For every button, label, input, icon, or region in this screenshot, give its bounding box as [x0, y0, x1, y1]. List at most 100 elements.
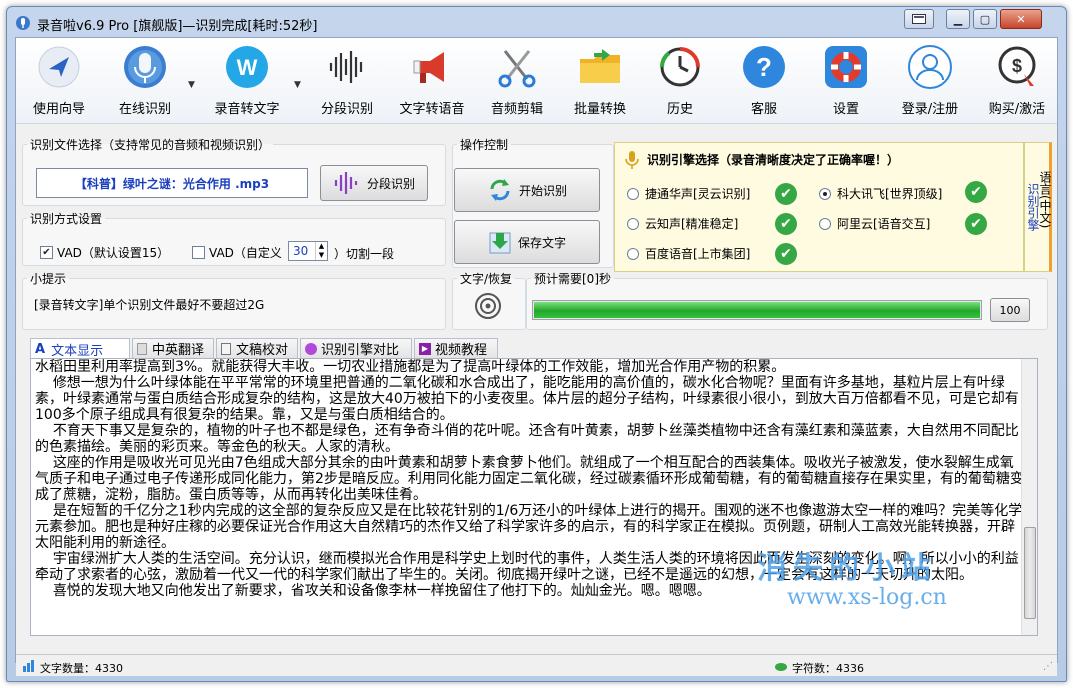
tab-translation[interactable]: 中英翻译 [132, 338, 214, 358]
toolbar-batch-convert[interactable]: 批量转换 [562, 42, 638, 122]
vad-custom-stepper[interactable]: 30 ▲ ▼ [288, 241, 328, 261]
engine-option-jietong[interactable]: 捷通华声[灵云识别] [627, 185, 750, 202]
help-icon: ? [740, 42, 788, 92]
toolbar-history-label: 历史 [666, 102, 693, 117]
engine-option-baidu-label: 百度语音[上市集团] [645, 247, 751, 261]
toolbar-login-register[interactable]: 登录/注册 [888, 42, 972, 122]
tab-video-tutorial[interactable]: ▶ 视频教程 [414, 338, 498, 358]
engine-compare-icon [305, 342, 317, 355]
radio-iflytek [819, 187, 831, 200]
toolbar-segment-recognition-label: 分段识别 [320, 102, 373, 117]
operation-control-legend: 操作控制 [460, 138, 509, 152]
toolbar-text-to-speech[interactable]: 文字转语音 [392, 42, 472, 122]
engine-option-yunzhisheng[interactable]: 云知声[精准稳定] [627, 215, 738, 232]
stepper-down-icon[interactable]: ▼ [315, 251, 327, 260]
tab-engine-compare-label: 识别引擎对比 [321, 343, 400, 358]
segment-recognition-button[interactable]: 分段识别 [320, 165, 428, 201]
engine-option-iflytek-label: 科大讯飞[世界顶级] [837, 187, 943, 201]
engine-option-iflytek[interactable]: 科大讯飞[世界顶级] [819, 185, 942, 202]
close-button[interactable]: ✕ [1000, 9, 1042, 29]
translation-icon [137, 342, 147, 355]
history-clock-icon [656, 42, 704, 92]
svg-text:?: ? [756, 52, 772, 82]
toolbar-segment-recognition[interactable]: 分段识别 [312, 42, 382, 122]
tab-engine-compare[interactable]: 识别引擎对比 [300, 338, 412, 358]
text-scrollbar[interactable] [1021, 359, 1037, 635]
audio-to-text-dropdown-icon[interactable]: ▼ [294, 80, 301, 90]
toolbar-audio-to-text[interactable]: W 录音转文字 [202, 42, 292, 122]
toolbar-history[interactable]: 历史 [648, 42, 712, 122]
engine-option-yunzhisheng-label: 云知声[精准稳定] [645, 217, 739, 231]
byte-count: 字符数：4336 [792, 662, 864, 675]
theme-button[interactable] [904, 9, 934, 29]
tab-translation-label: 中英翻译 [152, 343, 205, 358]
start-recognition-button[interactable]: 开始识别 [454, 168, 600, 212]
radio-baidu [627, 247, 639, 260]
engine-option-baidu[interactable]: 百度语音[上市集团] [627, 245, 750, 262]
engine-mic-icon [625, 151, 639, 169]
tab-text-display[interactable]: A 文本显示 [30, 338, 130, 359]
proofread-document-icon [221, 342, 231, 355]
toolbar-online-recognition-label: 在线识别 [118, 102, 171, 117]
toolbar-customer-service-label: 客服 [750, 102, 777, 117]
main-toolbar: 使用向导 在线识别 ▼ W 录音转文字 ▼ 分段识别 文字转语音 音频剪辑 批量… [16, 38, 1057, 124]
progress-fill [534, 302, 980, 318]
resize-grip-icon[interactable]: ⋰ [1043, 661, 1053, 672]
engine-option-jietong-label: 捷通华声[灵云识别] [645, 187, 751, 201]
text-display-icon: A [35, 341, 46, 357]
language-side-tab[interactable]: 识别引擎 语言(中文) [1024, 142, 1052, 272]
vad-default-checkbox[interactable]: ✔ VAD（默认设置15） [40, 244, 169, 261]
toolbar-text-to-speech-label: 文字转语音 [399, 102, 465, 117]
recover-target-icon[interactable] [474, 292, 502, 320]
save-download-icon [489, 232, 511, 254]
toolbar-purchase-activate-label: 购买/激活 [988, 102, 1046, 117]
toolbar-purchase-activate[interactable]: $ 购买/激活 [978, 42, 1056, 122]
tab-proofread[interactable]: 文稿校对 [216, 338, 298, 358]
lifebuoy-icon [822, 42, 870, 92]
tips-legend: 小提示 [30, 272, 67, 286]
radio-yunzhisheng [627, 217, 639, 230]
microphone-icon [121, 42, 169, 92]
engine-select-title: 识别引擎选择（录音清晰度决定了正确率喔！） [647, 153, 900, 167]
vad-custom-suffix: ）切割一段 [334, 247, 395, 261]
progress-value-button[interactable]: 100 [990, 298, 1030, 322]
w-badge-icon: W [223, 42, 271, 92]
radio-aliyun [819, 217, 831, 230]
recognized-text-area[interactable]: 水稻田里利用率提高到3%。就能获得大丰收。一切农业措施都是为了提高叶绿体的工作效… [30, 358, 1038, 636]
toolbar-audio-clip-label: 音频剪辑 [490, 102, 543, 117]
status-bar: 文字数量：4330 字符数：4336 ⋰ [16, 654, 1057, 676]
toolbar-settings[interactable]: 设置 [814, 42, 878, 122]
folder-icon [576, 42, 624, 92]
title-bar[interactable]: 录音啦v6.9 Pro [旗舰版]—识别完成[耗时:52秒] ▁ ▢ ✕ [7, 7, 1066, 37]
byte-count-cloud-icon [775, 663, 787, 671]
toolbar-guide[interactable]: 使用向导 [22, 42, 96, 122]
engine-option-aliyun[interactable]: 阿里云[语音交互] [819, 215, 930, 232]
purchase-icon: $ [993, 42, 1041, 92]
stepper-up-icon[interactable]: ▲ [315, 242, 327, 251]
toolbar-batch-convert-label: 批量转换 [573, 102, 626, 117]
save-text-button[interactable]: 保存文字 [454, 220, 600, 264]
toolbar-audio-clip[interactable]: 音频剪辑 [482, 42, 552, 122]
selected-file-field[interactable]: 【科普】绿叶之谜：光合作用 .mp3 [36, 168, 308, 198]
svg-text:W: W [237, 55, 258, 80]
toolbar-guide-label: 使用向导 [32, 102, 85, 117]
vad-custom-checkbox[interactable]: VAD（自定义 [192, 244, 282, 261]
vad-custom-check-icon [192, 246, 205, 259]
scrollbar-thumb[interactable] [1024, 527, 1036, 619]
engine-aliyun-ok-icon: ✔ [965, 213, 987, 235]
close-icon: ✕ [1016, 12, 1026, 26]
app-window: 录音啦v6.9 Pro [旗舰版]—识别完成[耗时:52秒] ▁ ▢ ✕ 使用向… [6, 6, 1067, 682]
minimize-button[interactable]: ▁ [946, 9, 970, 29]
client-area: 使用向导 在线识别 ▼ W 录音转文字 ▼ 分段识别 文字转语音 音频剪辑 批量… [15, 37, 1058, 676]
maximize-button[interactable]: ▢ [973, 9, 997, 29]
toolbar-online-recognition[interactable]: 在线识别 [108, 42, 182, 122]
vad-custom-value: 30 [293, 244, 309, 258]
online-recognition-dropdown-icon[interactable]: ▼ [188, 80, 195, 90]
engine-baidu-ok-icon: ✔ [775, 243, 797, 265]
engine-jietong-ok-icon: ✔ [775, 183, 797, 205]
toolbar-customer-service[interactable]: ? 客服 [732, 42, 796, 122]
megaphone-icon [408, 42, 456, 92]
scissors-icon [493, 42, 541, 92]
progress-legend: 预计需要[0]秒 [534, 272, 611, 286]
start-recognition-label: 开始识别 [518, 183, 567, 198]
